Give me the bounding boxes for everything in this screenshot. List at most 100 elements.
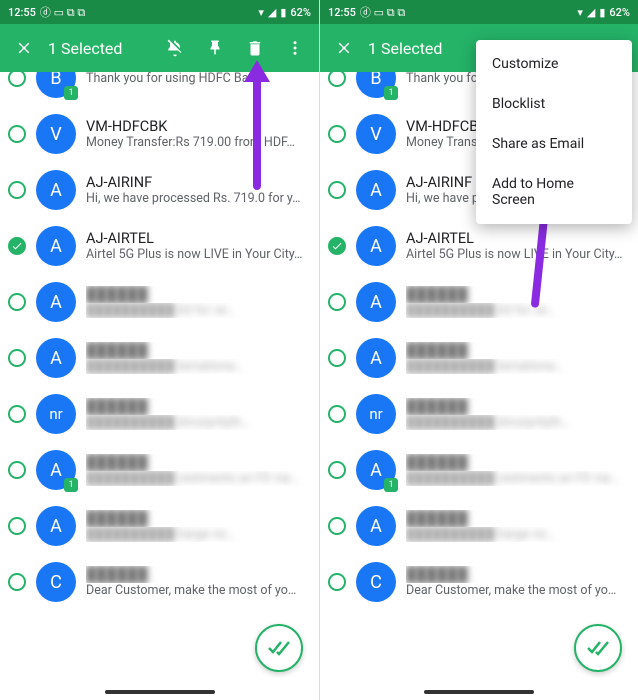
message-row[interactable]: AAJ-AIRTELAirtel 5G Plus is now LIVE in … bbox=[0, 218, 319, 274]
mute-button[interactable] bbox=[155, 28, 195, 68]
status-bar: 12:55 ⓓ ▭ ⧉ ⧉ ▾ ◢ ▮ 62% bbox=[320, 0, 638, 24]
select-circle[interactable] bbox=[328, 517, 346, 535]
avatar: A bbox=[36, 506, 76, 546]
avatar: V bbox=[356, 114, 396, 154]
trash-icon bbox=[246, 39, 264, 57]
message-text: AJ-AIRTELAirtel 5G Plus is now LIVE in Y… bbox=[406, 230, 628, 262]
message-row[interactable]: nr████████████████ dnozqv6ylh… bbox=[320, 386, 638, 442]
avatar: A bbox=[36, 338, 76, 378]
sender-label: ██████ bbox=[406, 398, 628, 415]
select-circle[interactable] bbox=[8, 573, 26, 591]
select-circle[interactable] bbox=[8, 517, 26, 535]
menu-share-email[interactable]: Share as Email bbox=[476, 124, 632, 164]
menu-blocklist[interactable]: Blocklist bbox=[476, 84, 632, 124]
select-circle[interactable] bbox=[8, 405, 26, 423]
message-row[interactable]: A████████████████ 60 for ve… bbox=[320, 274, 638, 330]
select-circle[interactable] bbox=[328, 405, 346, 423]
select-circle[interactable] bbox=[328, 125, 346, 143]
preview-text: ██████████ dnozqv6ylh… bbox=[406, 415, 628, 430]
delete-button[interactable] bbox=[235, 28, 275, 68]
gesture-bar bbox=[105, 690, 215, 694]
select-circle[interactable] bbox=[8, 125, 26, 143]
close-selection-button[interactable] bbox=[4, 28, 44, 68]
message-row[interactable]: C ██████Dear Customer, make the most of y… bbox=[0, 554, 319, 610]
message-row[interactable]: A████████████████ ternationa… bbox=[0, 330, 319, 386]
select-circle[interactable] bbox=[8, 349, 26, 367]
message-row[interactable]: nr████████████████ dnozqv6ylh… bbox=[0, 386, 319, 442]
message-row[interactable]: B1 Thank you for using HDFC Bank… bbox=[0, 72, 319, 106]
preview-text: Thank you for using HDFC Bank… bbox=[86, 72, 309, 86]
preview-text: Airtel 5G Plus is now LIVE in Your City… bbox=[86, 247, 309, 262]
preview-text: ██████████ vestments an FD via… bbox=[406, 471, 628, 486]
sender-label: ██████ bbox=[406, 510, 628, 527]
gesture-bar bbox=[424, 690, 534, 694]
unread-badge: 1 bbox=[64, 86, 78, 100]
more-vert-icon bbox=[286, 39, 304, 57]
menu-customize[interactable]: Customize bbox=[476, 44, 632, 84]
message-row[interactable]: A████████████████ harge no… bbox=[0, 498, 319, 554]
mark-all-read-fab[interactable] bbox=[255, 624, 303, 672]
mark-all-read-fab[interactable] bbox=[574, 624, 622, 672]
preview-text: ██████████ dnozqv6ylh… bbox=[86, 415, 309, 430]
message-list[interactable]: B1 Thank you for using HDFC Bank…VVM-HDF… bbox=[0, 72, 319, 700]
menu-add-home[interactable]: Add to Home Screen bbox=[476, 164, 632, 220]
select-circle[interactable] bbox=[8, 72, 26, 87]
double-check-icon bbox=[586, 636, 610, 660]
sender-label: ██████ bbox=[406, 454, 628, 471]
preview-text: Hi, we have processed Rs. 719.0 for y… bbox=[86, 191, 309, 206]
close-icon bbox=[335, 39, 353, 57]
select-circle[interactable] bbox=[8, 237, 26, 255]
message-row[interactable]: A1████████████████ vestments an FD via… bbox=[0, 442, 319, 498]
preview-text: ██████████ harge no… bbox=[406, 527, 628, 542]
avatar: V bbox=[36, 114, 76, 154]
avatar: A bbox=[356, 226, 396, 266]
select-circle[interactable] bbox=[8, 461, 26, 479]
select-circle[interactable] bbox=[328, 461, 346, 479]
avatar: nr bbox=[36, 394, 76, 434]
message-text: AJ-AIRINFHi, we have processed Rs. 719.0… bbox=[86, 174, 309, 206]
message-row[interactable]: C██████Dear Customer, make the most of y… bbox=[320, 554, 638, 610]
sender-label: AJ-AIRTEL bbox=[406, 230, 628, 247]
select-circle[interactable] bbox=[8, 293, 26, 311]
wifi-icon: ▾ bbox=[258, 6, 264, 19]
selection-appbar: 1 Selected bbox=[0, 24, 319, 72]
sender-label: ██████ bbox=[406, 342, 628, 359]
avatar: A bbox=[356, 282, 396, 322]
message-row[interactable]: VVM-HDFCBKMoney Transfer:Rs 719.00 from … bbox=[0, 106, 319, 162]
avatar: A bbox=[36, 282, 76, 322]
message-text: ████████████████ ternationa… bbox=[406, 342, 628, 374]
avatar: A1 bbox=[36, 450, 76, 490]
message-row[interactable]: AAJ-AIRINFHi, we have processed Rs. 719.… bbox=[0, 162, 319, 218]
message-row[interactable]: A AJ-AIRTELAirtel 5G Plus is now LIVE in … bbox=[320, 218, 638, 274]
select-circle[interactable] bbox=[328, 293, 346, 311]
select-circle[interactable] bbox=[328, 237, 346, 255]
message-text: ████████████████ 60 for ve… bbox=[86, 286, 309, 318]
status-time: 12:55 bbox=[8, 6, 36, 19]
close-selection-button[interactable] bbox=[324, 28, 364, 68]
message-row[interactable]: A1████████████████ vestments an FD via… bbox=[320, 442, 638, 498]
select-circle[interactable] bbox=[328, 181, 346, 199]
sender-label: AJ-AIRINF bbox=[86, 174, 309, 191]
preview-text: ██████████ 60 for ve… bbox=[86, 303, 309, 318]
message-text: ██████Dear Customer, make the most of yo… bbox=[86, 566, 309, 598]
pin-button[interactable] bbox=[195, 28, 235, 68]
sender-label: ██████ bbox=[86, 510, 309, 527]
phone-right: 12:55 ⓓ ▭ ⧉ ⧉ ▾ ◢ ▮ 62% 1 Selected B1 Th… bbox=[319, 0, 638, 700]
select-circle[interactable] bbox=[328, 72, 346, 87]
avatar: B1 bbox=[36, 72, 76, 98]
more-button[interactable] bbox=[275, 28, 315, 68]
preview-text: Airtel 5G Plus is now LIVE in Your City… bbox=[406, 247, 628, 262]
select-circle[interactable] bbox=[328, 349, 346, 367]
select-circle[interactable] bbox=[8, 181, 26, 199]
avatar: C bbox=[36, 562, 76, 602]
avatar: A bbox=[356, 506, 396, 546]
message-row[interactable]: A████████████████ ternationa… bbox=[320, 330, 638, 386]
message-row[interactable]: A ████████████████ harge no… bbox=[320, 498, 638, 554]
unread-badge: 1 bbox=[384, 86, 398, 100]
message-text: ██████Dear Customer, make the most of yo… bbox=[406, 566, 628, 598]
battery-pct: 62% bbox=[290, 6, 311, 19]
wifi-icon: ▾ bbox=[577, 6, 583, 19]
select-circle[interactable] bbox=[328, 573, 346, 591]
status-icons-left: ⓓ ▭ ⧉ ⧉ bbox=[360, 4, 405, 20]
message-row[interactable]: A ████████████████ 60 for ve… bbox=[0, 274, 319, 330]
